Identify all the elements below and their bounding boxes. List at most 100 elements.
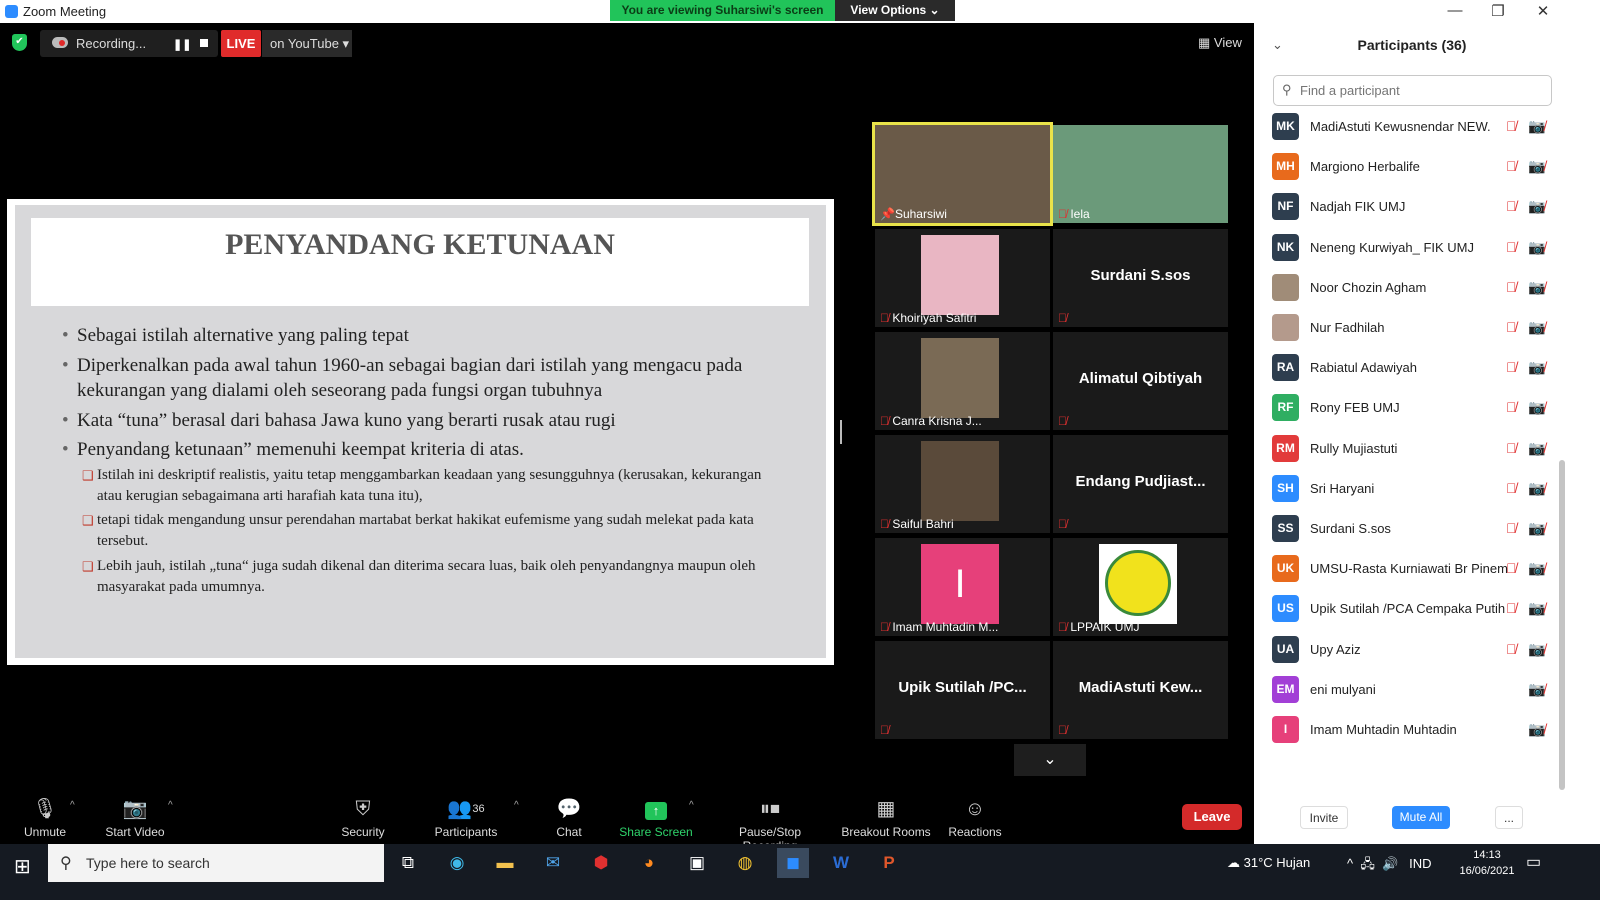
video-off-icon[interactable]: 📷̸	[1528, 520, 1545, 537]
volume-icon[interactable]: 🔊	[1382, 856, 1398, 871]
video-off-icon[interactable]: 📷̸	[1528, 480, 1545, 497]
video-tile[interactable]: Endang Pudjiast... 🎙̸	[1053, 435, 1228, 533]
split-divider-handle[interactable]	[840, 420, 842, 444]
video-off-icon[interactable]: 📷̸	[1528, 681, 1545, 698]
close-icon[interactable]: ✕	[1533, 2, 1553, 20]
file-explorer-icon[interactable]: ▬	[489, 848, 521, 878]
video-off-icon[interactable]: 📷̸	[1528, 399, 1545, 416]
video-tile[interactable]: 🎙̸ LPPAIK UMJ	[1053, 538, 1228, 636]
muted-mic-icon[interactable]: 🎙̸	[1506, 641, 1517, 657]
participant-row[interactable]: SS Surdani S.sos 🎙̸ 📷̸	[1272, 510, 1557, 550]
breakout-rooms-button[interactable]: ▦ Breakout Rooms	[838, 795, 934, 839]
invite-button[interactable]: Invite	[1300, 806, 1348, 829]
video-off-icon[interactable]: 📷̸	[1528, 359, 1545, 376]
pause-recording-icon[interactable]: ❚❚	[173, 38, 191, 51]
leave-button[interactable]: Leave	[1182, 804, 1242, 830]
chevron-down-icon[interactable]: ⌄	[1014, 744, 1086, 776]
video-tile[interactable]: MadiAstuti Kew... 🎙̸	[1053, 641, 1228, 739]
participant-row[interactable]: I Imam Muhtadin Muhtadin 📷̸	[1272, 711, 1557, 751]
tray-chevron-icon[interactable]: ^	[1347, 856, 1353, 871]
video-tile[interactable]: Surdani S.sos 🎙̸	[1053, 229, 1228, 327]
muted-mic-icon[interactable]: 🎙̸	[1506, 198, 1517, 214]
chat-button[interactable]: 💬 Chat	[524, 795, 614, 839]
audio-options-caret-icon[interactable]: ^	[70, 800, 75, 811]
video-off-icon[interactable]: 📷̸	[1528, 198, 1545, 215]
mail-icon[interactable]: ✉	[537, 848, 569, 878]
video-off-icon[interactable]: 📷̸	[1528, 118, 1545, 135]
participant-row[interactable]: MH Margiono Herbalife 🎙̸ 📷̸	[1272, 148, 1557, 188]
chrome-icon[interactable]: ◍	[729, 848, 761, 878]
view-options-button[interactable]: View Options ⌄	[835, 0, 955, 21]
participant-row[interactable]: RM Rully Mujiastuti 🎙̸ 📷̸	[1272, 430, 1557, 470]
task-view-icon[interactable]: ⧉	[392, 848, 424, 878]
participants-button[interactable]: 👥36 Participants	[421, 795, 511, 839]
windows-start-icon[interactable]: ⊞	[14, 854, 31, 879]
system-tray[interactable]: ^ 🖧 🔊 IND	[1347, 855, 1432, 877]
participant-list-scrollbar[interactable]	[1559, 460, 1565, 790]
video-off-icon[interactable]: 📷̸	[1528, 158, 1545, 175]
muted-mic-icon[interactable]: 🎙̸	[1506, 118, 1517, 134]
security-button[interactable]: ⛨ Security	[318, 795, 408, 839]
start-video-button[interactable]: 📷 Start Video	[90, 795, 180, 839]
participant-row[interactable]: UA Upy Aziz 🎙̸ 📷̸	[1272, 631, 1557, 671]
antivirus-icon[interactable]: ⬢	[585, 848, 617, 878]
video-tile[interactable]: I 🎙̸ Imam Muhtadin M...	[875, 538, 1050, 636]
video-tile[interactable]: Alimatul Qibtiyah 🎙̸	[1053, 332, 1228, 430]
share-screen-button[interactable]: ↑ Share Screen	[611, 795, 701, 839]
video-tile[interactable]: 📌Suharsiwi	[872, 122, 1053, 226]
video-tile[interactable]: 🎙̸ Khoiriyah Safitri	[875, 229, 1050, 327]
video-tile[interactable]: 🎙̸ Saiful Bahri	[875, 435, 1050, 533]
more-options-button[interactable]: ...	[1495, 806, 1523, 829]
powerpoint-icon[interactable]: P	[873, 848, 905, 878]
notifications-icon[interactable]: ▭	[1526, 852, 1541, 872]
participant-search-input[interactable]	[1273, 75, 1552, 106]
muted-mic-icon[interactable]: 🎙̸	[1506, 440, 1517, 456]
participant-row[interactable]: MK MadiAstuti Kewusnendar NEW. 🎙̸ 📷̸	[1272, 108, 1557, 148]
video-off-icon[interactable]: 📷̸	[1528, 641, 1545, 658]
weather-widget[interactable]: ☁ 31°C Hujan	[1227, 855, 1310, 871]
taskbar-clock[interactable]: 14:13 16/06/2021	[1452, 847, 1522, 879]
unmute-button[interactable]: 🎙 Unmute	[0, 795, 90, 839]
video-tile[interactable]: 🎙̸ Iela	[1053, 125, 1228, 223]
participants-caret-icon[interactable]: ^	[514, 800, 519, 811]
participant-row[interactable]: Noor Chozin Agham 🎙̸ 📷̸	[1272, 269, 1557, 309]
participant-row[interactable]: SH Sri Haryani 🎙̸ 📷̸	[1272, 470, 1557, 510]
language-indicator[interactable]: IND	[1409, 856, 1431, 871]
video-off-icon[interactable]: 📷̸	[1528, 560, 1545, 577]
muted-mic-icon[interactable]: 🎙̸	[1506, 399, 1517, 415]
live-platform-dropdown[interactable]: on YouTube ▾	[262, 30, 352, 57]
zoom-taskbar-icon[interactable]: ◼	[777, 848, 809, 878]
video-off-icon[interactable]: 📷̸	[1528, 721, 1545, 738]
muted-mic-icon[interactable]: 🎙̸	[1506, 239, 1517, 255]
muted-mic-icon[interactable]: 🎙̸	[1506, 359, 1517, 375]
video-off-icon[interactable]: 📷̸	[1528, 239, 1545, 256]
network-icon[interactable]: 🖧	[1360, 856, 1375, 871]
participant-row[interactable]: US Upik Sutilah /PCA Cempaka Putih 🎙̸ 📷̸	[1272, 590, 1557, 630]
edge-browser-icon[interactable]: ◉	[441, 848, 473, 878]
muted-mic-icon[interactable]: 🎙̸	[1506, 158, 1517, 174]
video-options-caret-icon[interactable]: ^	[168, 800, 173, 811]
store-icon[interactable]: ▣	[681, 848, 713, 878]
participant-row[interactable]: EM eni mulyani 📷̸	[1272, 671, 1557, 711]
muted-mic-icon[interactable]: 🎙̸	[1506, 279, 1517, 295]
muted-mic-icon[interactable]: 🎙̸	[1506, 319, 1517, 335]
reactions-button[interactable]: ☺ Reactions	[930, 795, 1020, 839]
word-icon[interactable]: W	[825, 848, 857, 878]
participant-row[interactable]: RA Rabiatul Adawiyah 🎙̸ 📷̸	[1272, 349, 1557, 389]
video-tile[interactable]: 🎙̸ Canra Krisna J...	[875, 332, 1050, 430]
muted-mic-icon[interactable]: 🎙̸	[1506, 520, 1517, 536]
muted-mic-icon[interactable]: 🎙̸	[1506, 560, 1517, 576]
video-off-icon[interactable]: 📷̸	[1528, 319, 1545, 336]
share-options-caret-icon[interactable]: ^	[689, 800, 694, 811]
video-tile[interactable]: Upik Sutilah /PC... 🎙̸	[875, 641, 1050, 739]
restore-icon[interactable]: ❐	[1488, 2, 1508, 20]
video-off-icon[interactable]: 📷̸	[1528, 600, 1545, 617]
security-shield-icon[interactable]: ✔	[12, 34, 27, 51]
muted-mic-icon[interactable]: 🎙̸	[1506, 600, 1517, 616]
participant-row[interactable]: NK Neneng Kurwiyah_ FIK UMJ 🎙̸ 📷̸	[1272, 229, 1557, 269]
view-button[interactable]: ▦ View	[1198, 35, 1242, 51]
participant-row[interactable]: RF Rony FEB UMJ 🎙̸ 📷̸	[1272, 389, 1557, 429]
minimize-icon[interactable]: —	[1445, 2, 1465, 19]
muted-mic-icon[interactable]: 🎙̸	[1506, 480, 1517, 496]
stop-recording-icon[interactable]	[200, 39, 208, 47]
